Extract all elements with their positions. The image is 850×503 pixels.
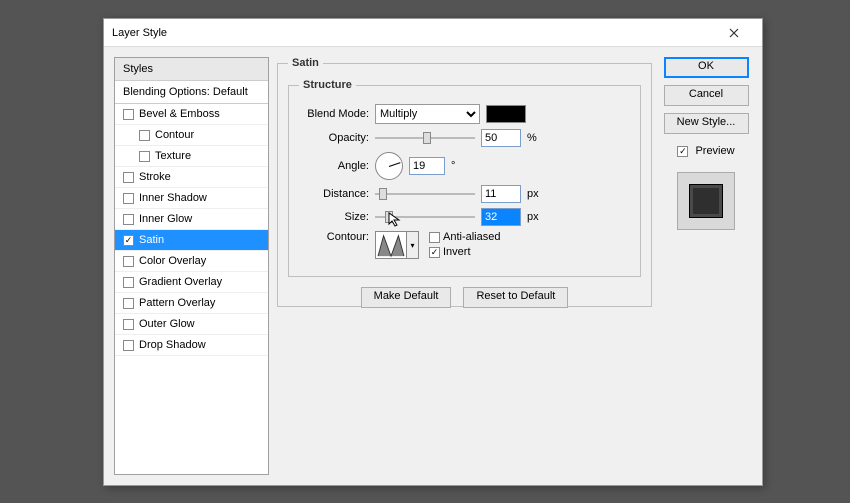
style-item-inner-glow[interactable]: Inner Glow — [115, 209, 268, 230]
distance-label: Distance: — [299, 188, 369, 200]
checkbox-icon[interactable] — [123, 235, 134, 246]
contour-dropdown[interactable]: ▾ — [407, 231, 419, 259]
style-item-label: Color Overlay — [139, 255, 206, 267]
make-default-button[interactable]: Make Default — [361, 287, 452, 308]
styles-header[interactable]: Styles — [115, 58, 268, 81]
checkbox-icon[interactable] — [123, 256, 134, 267]
close-button[interactable] — [714, 19, 754, 47]
style-item-satin[interactable]: Satin — [115, 230, 268, 251]
new-style-button[interactable]: New Style... — [664, 113, 749, 134]
cancel-button[interactable]: Cancel — [664, 85, 749, 106]
layer-style-dialog: Layer Style Styles Blending Options: Def… — [103, 18, 763, 486]
opacity-slider[interactable] — [375, 131, 475, 145]
checkbox-icon[interactable] — [123, 109, 134, 120]
styles-list: Styles Blending Options: Default Bevel &… — [114, 57, 269, 475]
titlebar: Layer Style — [104, 19, 762, 47]
preview-checkbox[interactable]: Preview — [677, 145, 734, 157]
window-title: Layer Style — [112, 27, 714, 39]
style-item-label: Gradient Overlay — [139, 276, 222, 288]
preview-thumbnail — [677, 172, 735, 230]
style-item-outer-glow[interactable]: Outer Glow — [115, 314, 268, 335]
checkbox-icon[interactable] — [123, 340, 134, 351]
angle-input[interactable] — [409, 157, 445, 175]
checkbox-icon[interactable] — [123, 319, 134, 330]
invert-checkbox[interactable]: Invert — [429, 246, 500, 258]
style-item-label: Satin — [139, 234, 164, 246]
ok-button[interactable]: OK — [664, 57, 749, 78]
angle-unit: ° — [451, 160, 469, 172]
checkbox-icon[interactable] — [123, 214, 134, 225]
blending-options[interactable]: Blending Options: Default — [115, 81, 268, 104]
style-item-label: Inner Shadow — [139, 192, 207, 204]
checkbox-icon[interactable] — [123, 298, 134, 309]
style-item-label: Bevel & Emboss — [139, 108, 220, 120]
blend-mode-label: Blend Mode: — [299, 108, 369, 120]
color-swatch[interactable] — [486, 105, 526, 123]
distance-slider[interactable] — [375, 187, 475, 201]
checkbox-icon[interactable] — [139, 151, 150, 162]
anti-aliased-checkbox[interactable]: Anti-aliased — [429, 231, 500, 243]
close-icon — [729, 28, 739, 38]
structure-fieldset: Structure Blend Mode: Multiply Opacity: — [288, 79, 641, 277]
contour-picker[interactable] — [375, 231, 407, 259]
style-item-gradient-overlay[interactable]: Gradient Overlay — [115, 272, 268, 293]
size-unit: px — [527, 211, 545, 223]
style-item-color-overlay[interactable]: Color Overlay — [115, 251, 268, 272]
style-item-label: Stroke — [139, 171, 171, 183]
dialog-content: Styles Blending Options: Default Bevel &… — [104, 47, 762, 485]
size-slider[interactable] — [375, 210, 475, 224]
style-item-pattern-overlay[interactable]: Pattern Overlay — [115, 293, 268, 314]
opacity-input[interactable] — [481, 129, 521, 147]
style-item-label: Texture — [155, 150, 191, 162]
checkbox-icon[interactable] — [123, 193, 134, 204]
blend-mode-select[interactable]: Multiply — [375, 104, 480, 124]
distance-unit: px — [527, 188, 545, 200]
style-item-label: Drop Shadow — [139, 339, 206, 351]
checkbox-icon[interactable] — [139, 130, 150, 141]
size-input[interactable] — [481, 208, 521, 226]
structure-title: Structure — [299, 79, 356, 91]
checkbox-icon[interactable] — [123, 277, 134, 288]
angle-label: Angle: — [299, 160, 369, 172]
style-item-label: Pattern Overlay — [139, 297, 215, 309]
style-item-drop-shadow[interactable]: Drop Shadow — [115, 335, 268, 356]
effect-settings-panel: Satin Structure Blend Mode: Multiply Opa… — [277, 57, 652, 475]
contour-label: Contour: — [299, 231, 369, 243]
angle-dial[interactable] — [375, 152, 403, 180]
style-item-contour[interactable]: Contour — [115, 125, 268, 146]
checkbox-icon[interactable] — [123, 172, 134, 183]
style-item-texture[interactable]: Texture — [115, 146, 268, 167]
style-item-stroke[interactable]: Stroke — [115, 167, 268, 188]
style-item-label: Inner Glow — [139, 213, 192, 225]
distance-input[interactable] — [481, 185, 521, 203]
size-label: Size: — [299, 211, 369, 223]
style-item-bevel-emboss[interactable]: Bevel & Emboss — [115, 104, 268, 125]
reset-to-default-button[interactable]: Reset to Default — [463, 287, 568, 308]
panel-title: Satin — [288, 57, 323, 69]
style-item-inner-shadow[interactable]: Inner Shadow — [115, 188, 268, 209]
opacity-unit: % — [527, 132, 545, 144]
opacity-label: Opacity: — [299, 132, 369, 144]
style-item-label: Contour — [155, 129, 194, 141]
dialog-buttons: OK Cancel New Style... Preview — [660, 57, 752, 475]
style-item-label: Outer Glow — [139, 318, 195, 330]
satin-fieldset: Satin Structure Blend Mode: Multiply Opa… — [277, 57, 652, 307]
